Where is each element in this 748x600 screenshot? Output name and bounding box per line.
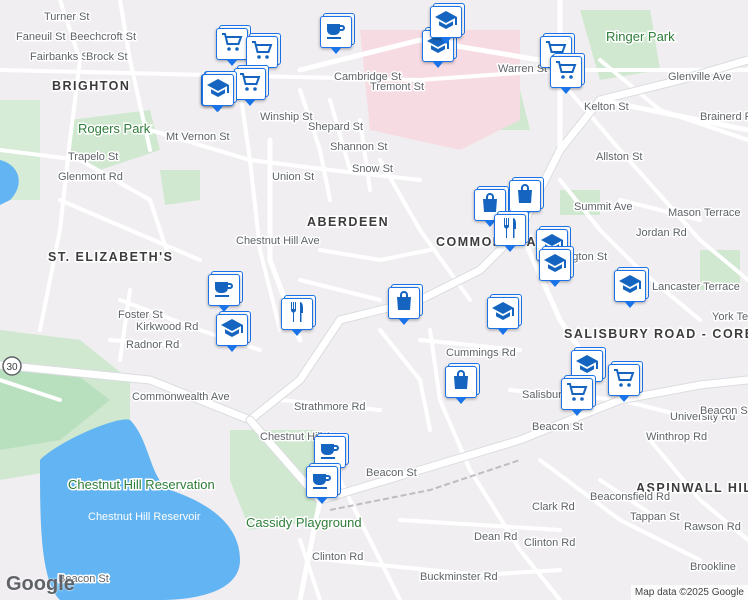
street-label: Beaconsfield Rd: [590, 491, 670, 503]
street-label: Brainerd Rd: [700, 111, 748, 123]
google-logo: Google: [6, 573, 75, 595]
grocery-icon: [565, 380, 589, 409]
shopping-bag-marker[interactable]: [388, 287, 420, 325]
neighborhood-label: ABERDEEN: [307, 215, 389, 229]
street-label: Faneuil St: [16, 31, 66, 43]
shopping-bag-icon: [513, 182, 537, 211]
street-label: Beacon St: [366, 467, 417, 479]
grocery-marker[interactable]: [246, 36, 278, 74]
neighborhood-label: ST. ELIZABETH'S: [48, 250, 173, 264]
park-label: Rogers Park: [78, 121, 151, 136]
street-label: Shepard St: [308, 121, 363, 133]
school-icon: [618, 272, 642, 301]
grocery-marker[interactable]: [550, 56, 582, 94]
park-label: Ringer Park: [606, 29, 675, 44]
coffee-marker[interactable]: [320, 16, 352, 54]
coffee-icon: [212, 276, 236, 305]
grocery-icon: [238, 70, 262, 99]
street-label: Jordan Rd: [636, 227, 687, 239]
street-label: Radnor Rd: [126, 339, 179, 351]
restaurant-marker[interactable]: [494, 214, 526, 252]
route-30-shield: 30: [2, 356, 22, 376]
school-marker[interactable]: [614, 270, 646, 308]
school-icon: [220, 316, 244, 345]
street-label: Snow St: [352, 163, 393, 175]
school-icon: [206, 76, 230, 105]
coffee-icon: [310, 468, 334, 497]
grocery-icon: [554, 58, 578, 87]
school-icon: [434, 8, 458, 37]
street-label: Shannon St: [330, 141, 388, 153]
grocery-marker[interactable]: [608, 364, 640, 402]
street-label: Tremont St: [370, 81, 424, 93]
coffee-icon: [324, 18, 348, 47]
street-label: Beacon St: [532, 421, 583, 433]
street-label: Foster St: [118, 309, 163, 321]
street-label: Trapelo St: [68, 151, 118, 163]
street-label: Buckminster Rd: [420, 571, 498, 583]
school-marker[interactable]: [430, 6, 462, 44]
neighborhood-label: SALISBURY ROAD - CORE FARM: [564, 327, 748, 341]
street-label: Glenville Ave: [668, 71, 731, 83]
grocery-marker[interactable]: [561, 378, 593, 416]
restaurant-marker[interactable]: [281, 298, 313, 336]
school-icon: [491, 299, 515, 328]
street-label: Lancaster Terrace: [652, 281, 740, 293]
park-label: Cassidy Playground: [246, 515, 362, 530]
street-label: Brock St: [86, 51, 128, 63]
shopping-bag-marker[interactable]: [509, 180, 541, 218]
street-label: Chestnut Hill Ave: [236, 235, 320, 247]
coffee-marker[interactable]: [306, 466, 338, 504]
shopping-bag-marker[interactable]: [445, 366, 477, 404]
park-label: Chestnut Hill Reservation: [68, 477, 215, 492]
street-label: Clark Rd: [532, 501, 575, 513]
street-label: Winship St: [260, 111, 313, 123]
street-label: Kirkwood Rd: [136, 321, 198, 333]
street-label: Cummings Rd: [446, 347, 516, 359]
street-label: Allston St: [596, 151, 642, 163]
street-label: Kelton St: [584, 101, 629, 113]
school-marker[interactable]: [202, 74, 234, 112]
school-marker[interactable]: [539, 249, 571, 287]
neighborhood-label: BRIGHTON: [52, 79, 130, 93]
grocery-marker[interactable]: [216, 28, 248, 66]
street-label: Glenmont Rd: [58, 171, 123, 183]
restaurant-icon: [285, 300, 309, 329]
street-label: Mason Terrace: [668, 207, 741, 219]
street-label: Commonwealth Ave: [132, 391, 230, 403]
school-marker[interactable]: [216, 314, 248, 352]
grocery-icon: [220, 30, 244, 59]
street-label: Rawson Rd: [684, 521, 741, 533]
grocery-marker[interactable]: [234, 68, 266, 106]
coffee-marker[interactable]: [208, 274, 240, 312]
corner-label: Brookline: [690, 561, 736, 573]
street-label: Turner St: [44, 11, 89, 23]
shopping-bag-icon: [392, 289, 416, 318]
street-label: Summit Ave: [574, 201, 633, 213]
grocery-icon: [612, 366, 636, 395]
shopping-bag-icon: [449, 368, 473, 397]
school-marker[interactable]: [487, 297, 519, 335]
map-attribution[interactable]: Map data ©2025 Google: [630, 585, 748, 600]
street-label: Union St: [272, 171, 314, 183]
school-icon: [543, 251, 567, 280]
street-label: Clinton Rd: [312, 551, 363, 563]
street-label: Winthrop Rd: [646, 431, 707, 443]
street-label: York Terrace: [712, 311, 748, 323]
grocery-icon: [250, 38, 274, 67]
restaurant-icon: [498, 216, 522, 245]
street-label: Dean Rd: [474, 531, 517, 543]
street-label: Beechcroft St: [70, 31, 136, 43]
street-label: Tappan St: [630, 511, 680, 523]
street-label: Strathmore Rd: [294, 401, 366, 413]
water-label: Chestnut Hill Reservoir: [88, 511, 201, 523]
street-label: Mt Vernon St: [166, 131, 230, 143]
street-label: Fairbanks St: [30, 51, 92, 63]
street-label: Clinton Rd: [524, 537, 575, 549]
street-label: Beacon St: [700, 405, 748, 417]
svg-text:30: 30: [6, 362, 18, 373]
